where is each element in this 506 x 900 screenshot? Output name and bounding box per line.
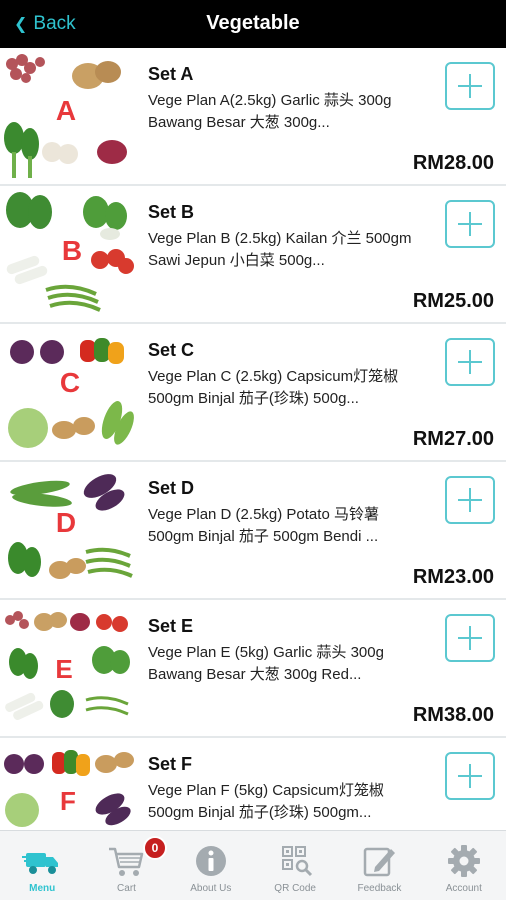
tab-feedback[interactable]: Feedback <box>337 831 421 900</box>
set-name: Set C <box>148 340 195 360</box>
cart-count-badge: 0 <box>143 836 167 860</box>
product-image: D <box>0 462 138 598</box>
product-image: B <box>0 186 138 322</box>
set-letter: A <box>56 95 76 126</box>
set-letter: E <box>55 654 72 684</box>
tab-label: Cart <box>117 883 136 894</box>
set-description: Vege Plan B (2.5kg) Kailan 介兰 500gm Sawi… <box>148 230 412 269</box>
tab-label: Account <box>445 883 482 894</box>
set-price: RM38.00 <box>412 704 494 726</box>
tab-label: Menu <box>29 883 56 894</box>
qr-code-icon <box>282 846 313 877</box>
product-item-set-f[interactable]: F Set F Vege Plan F (5kg) Capsicum灯笼椒 50… <box>0 738 506 830</box>
tab-qr-code[interactable]: QR Code <box>253 831 337 900</box>
set-name: Set D <box>148 478 195 498</box>
cart-icon <box>109 847 144 876</box>
tab-label: QR Code <box>274 883 316 894</box>
set-description: Vege Plan E (5kg) Garlic 蒜头 300g Bawang … <box>148 644 384 683</box>
set-letter: F <box>60 786 76 816</box>
set-description: Vege Plan C (2.5kg) Capsicum灯笼椒 500gm Bi… <box>148 368 399 407</box>
set-description: Vege Plan A(2.5kg) Garlic 蒜头 300g Bawang… <box>148 92 392 131</box>
add-to-cart-button[interactable] <box>445 200 495 248</box>
tab-about-us[interactable]: About Us <box>169 831 253 900</box>
add-to-cart-button[interactable] <box>445 614 495 662</box>
product-item-set-c[interactable]: C Set C Vege Plan C (2.5kg) Capsicum灯笼椒 … <box>0 324 506 462</box>
set-letter: D <box>56 507 76 538</box>
product-item-set-d[interactable]: D Set D Vege Plan D (2.5kg) Potato 马铃薯 5… <box>0 462 506 600</box>
product-item-set-a[interactable]: A Set A Vege Plan A(2.5kg) Garlic 蒜头 300… <box>0 48 506 186</box>
product-image: C <box>0 324 138 460</box>
tab-menu[interactable]: Menu <box>0 831 84 900</box>
product-list[interactable]: A Set A Vege Plan A(2.5kg) Garlic 蒜头 300… <box>0 48 506 830</box>
set-price: RM27.00 <box>412 428 494 450</box>
set-name: Set E <box>148 616 194 636</box>
set-name: Set A <box>148 64 194 84</box>
product-item-set-b[interactable]: B Set B Vege Plan B (2.5kg) Kailan 介兰 50… <box>0 186 506 324</box>
delivery-truck-icon <box>22 853 59 874</box>
set-price: RM23.00 <box>412 566 494 588</box>
page-title: Vegetable <box>206 12 300 34</box>
product-item-set-e[interactable]: E Set E Vege Plan E (5kg) Garlic 蒜头 300g… <box>0 600 506 738</box>
edit-icon <box>364 847 396 877</box>
tab-label: Feedback <box>357 883 402 894</box>
product-image: A <box>0 48 138 184</box>
set-price: RM25.00 <box>412 290 494 312</box>
set-name: Set B <box>148 202 195 222</box>
set-letter: C <box>60 367 80 398</box>
add-to-cart-button[interactable] <box>445 338 495 386</box>
info-icon <box>195 846 226 876</box>
set-letter: B <box>62 235 82 266</box>
set-description: Vege Plan F (5kg) Capsicum灯笼椒 500gm Binj… <box>148 782 384 821</box>
top-navigation-bar: ❮ Back Vegetable <box>0 0 506 48</box>
add-to-cart-button[interactable] <box>445 752 495 800</box>
bottom-tab-bar: Menu Cart About Us QR Code Feedback Acco… <box>0 830 506 900</box>
add-to-cart-button[interactable] <box>445 476 495 524</box>
product-image: F <box>0 738 138 830</box>
set-description: Vege Plan D (2.5kg) Potato 马铃薯 500gm Bin… <box>148 506 379 545</box>
add-to-cart-button[interactable] <box>445 62 495 110</box>
product-image: E <box>0 600 138 736</box>
set-name: Set F <box>148 754 193 774</box>
tab-label: About Us <box>190 883 232 894</box>
tab-account[interactable]: Account <box>422 831 506 900</box>
set-price: RM28.00 <box>412 152 494 174</box>
gear-icon <box>447 845 480 877</box>
